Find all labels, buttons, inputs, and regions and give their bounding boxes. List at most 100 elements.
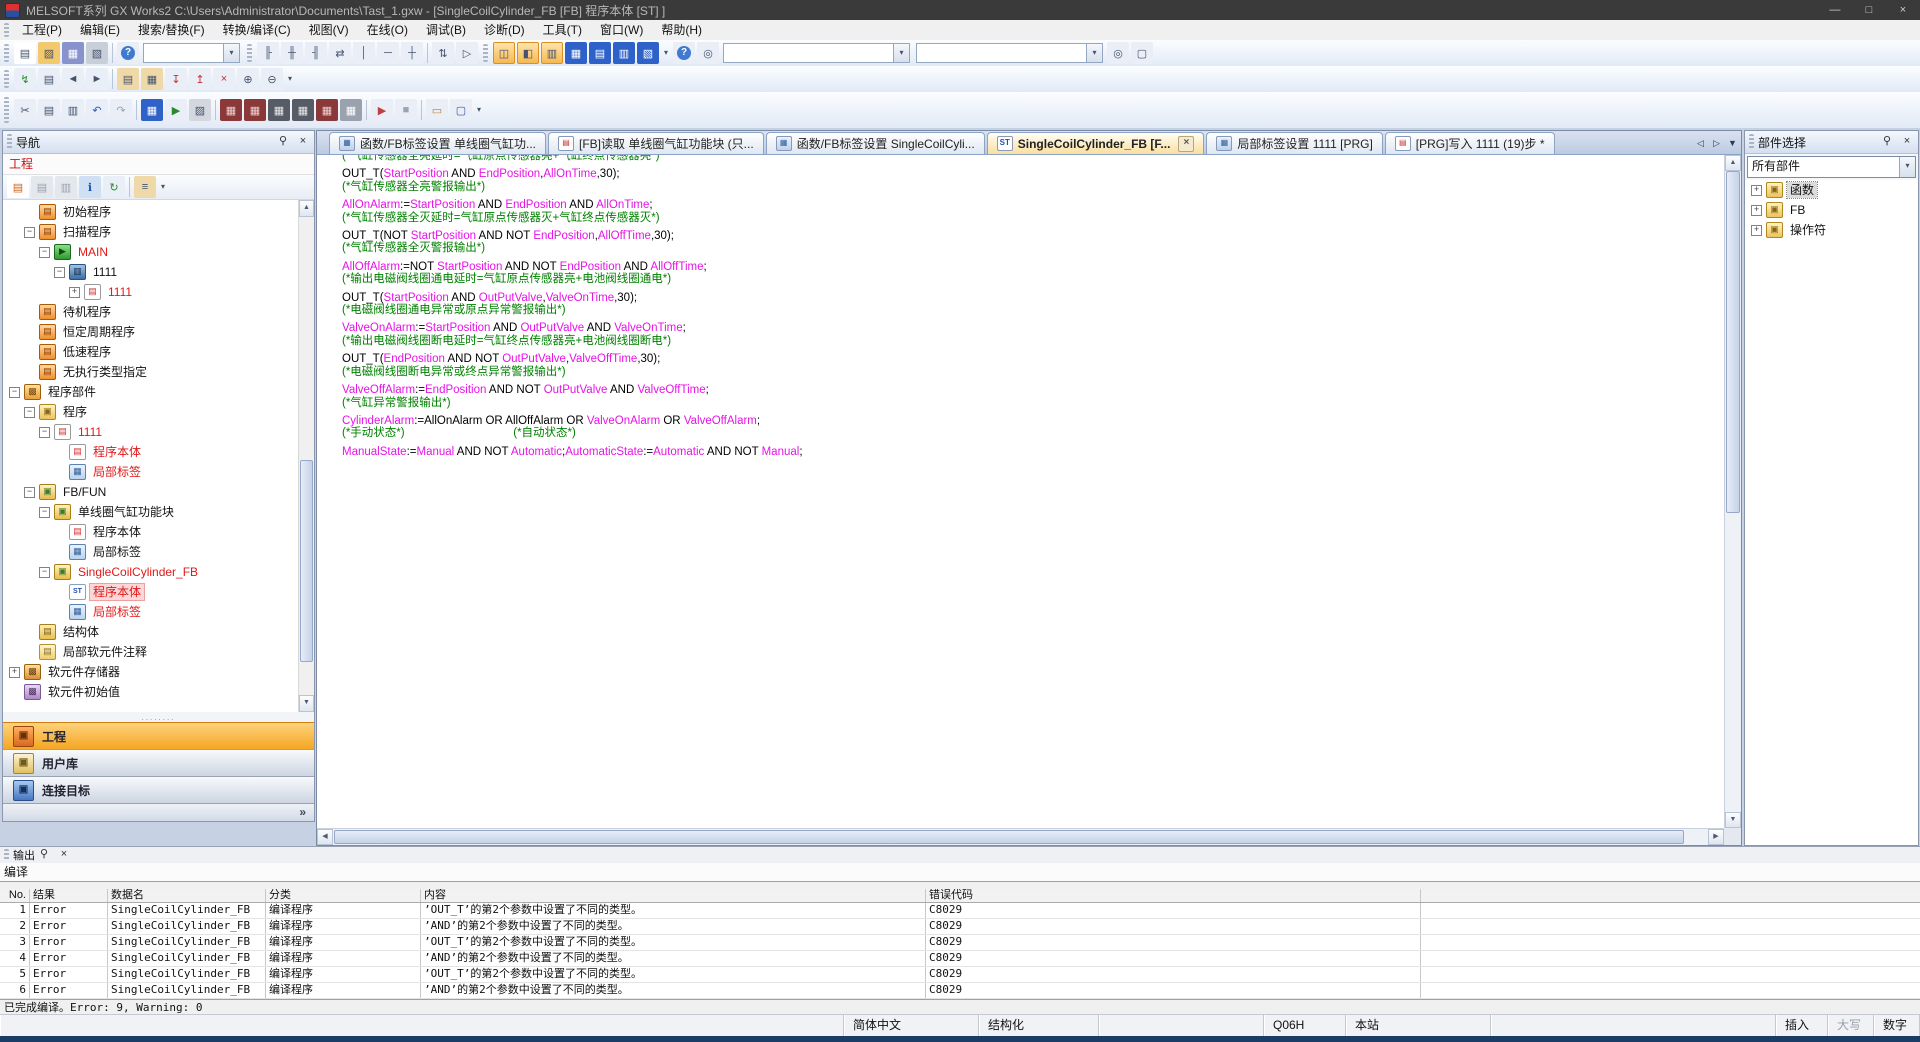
watch-window-icon[interactable]: ▢ bbox=[1131, 42, 1153, 64]
zoom-out-icon[interactable]: ⊖ bbox=[261, 68, 283, 90]
device-comment-icon[interactable]: ▤ bbox=[589, 42, 611, 64]
menu-item[interactable]: 调试(B) bbox=[417, 20, 475, 40]
cut-icon[interactable]: ✂ bbox=[14, 99, 36, 121]
work-window-icon[interactable]: ▥ bbox=[541, 42, 563, 64]
view-button-user-library[interactable]: ▣用户库 bbox=[3, 749, 314, 776]
write-to-plc-icon[interactable]: ▦ bbox=[244, 99, 266, 121]
parts-pin-icon[interactable]: ⚲ bbox=[1878, 133, 1896, 151]
device-note-icon[interactable]: ▧ bbox=[637, 42, 659, 64]
document-tab[interactable]: ▤[FB]读取 单线圈气缸功能块 (只... bbox=[548, 132, 764, 154]
ladder-symbol-combo[interactable]: ▾ bbox=[143, 43, 240, 63]
tree-item[interactable]: −▶MAIN bbox=[3, 242, 299, 262]
tree-item[interactable]: ▤局部软元件注释 bbox=[3, 642, 299, 662]
tree-item[interactable]: ▤程序本体 bbox=[3, 442, 299, 462]
tree-item[interactable]: −▩程序部件 bbox=[3, 382, 299, 402]
tree-item[interactable]: −▤1111 bbox=[3, 422, 299, 442]
error-row[interactable]: 3ErrorSingleCoilCylinder_FB编译程序’OUT_T’的第… bbox=[0, 935, 1920, 951]
ladder-open-contact-icon[interactable]: ╟ bbox=[257, 42, 279, 64]
tree-expander[interactable]: − bbox=[24, 227, 35, 238]
ladder-edit-mode-icon[interactable]: ⇅ bbox=[432, 42, 454, 64]
scroll-right-icon[interactable]: ▶ bbox=[1708, 829, 1724, 845]
find-target-combo[interactable]: ▾ bbox=[723, 43, 910, 63]
tree-item[interactable]: ▤结构体 bbox=[3, 622, 299, 642]
document-tab[interactable]: ▦局部标签设置 1111 [PRG] bbox=[1206, 132, 1382, 154]
data-property-icon[interactable]: ℹ bbox=[79, 176, 101, 198]
editor-horizontal-scrollbar[interactable]: ◀ ▶ bbox=[317, 828, 1724, 845]
tab-close-icon[interactable]: × bbox=[1178, 136, 1194, 152]
error-row[interactable]: 5ErrorSingleCoilCylinder_FB编译程序’OUT_T’的第… bbox=[0, 967, 1920, 983]
nav-resize-handle[interactable]: ........ bbox=[3, 712, 314, 722]
start-monitor-icon[interactable]: ▶ bbox=[371, 99, 393, 121]
device-batch-monitor-icon[interactable]: ▦ bbox=[316, 99, 338, 121]
tree-item[interactable]: ST程序本体 bbox=[3, 582, 299, 602]
parts-grip[interactable] bbox=[1749, 134, 1754, 149]
remote-operation-icon[interactable]: ▢ bbox=[450, 99, 472, 121]
tree-expander[interactable]: + bbox=[1751, 225, 1762, 236]
tree-item[interactable]: ▦局部标签 bbox=[3, 462, 299, 482]
menu-grip[interactable] bbox=[4, 23, 9, 37]
clipboard-icon[interactable]: ▤ bbox=[117, 68, 139, 90]
menu-item[interactable]: 诊断(D) bbox=[475, 20, 534, 40]
menu-item[interactable]: 帮助(H) bbox=[652, 20, 711, 40]
document-tab[interactable]: STSingleCoilCylinder_FB [F...× bbox=[987, 132, 1205, 154]
device-statement-icon[interactable]: ▥ bbox=[613, 42, 635, 64]
tab-scroll-right-icon[interactable]: ▷ bbox=[1709, 135, 1724, 151]
toolbar-overflow-icon[interactable]: ▾ bbox=[473, 100, 485, 120]
nav-pin-icon[interactable]: ⚲ bbox=[274, 133, 292, 151]
toolbar-grip[interactable] bbox=[483, 44, 488, 62]
scroll-thumb[interactable] bbox=[334, 830, 1684, 844]
ladder-close-contact-icon[interactable]: ╫ bbox=[281, 42, 303, 64]
output-grip[interactable] bbox=[4, 849, 9, 860]
paste-icon[interactable]: ▥ bbox=[62, 99, 84, 121]
tree-item[interactable]: ▤初始程序 bbox=[3, 202, 299, 222]
jump-down-icon[interactable]: ↧ bbox=[165, 68, 187, 90]
new-data-icon[interactable]: ▤ bbox=[7, 176, 29, 198]
nav-close-icon[interactable]: × bbox=[294, 133, 312, 151]
menu-item[interactable]: 转换/编译(C) bbox=[214, 20, 300, 40]
read-from-plc-icon[interactable]: ▦ bbox=[220, 99, 242, 121]
ladder-vertical-line-icon[interactable]: │ bbox=[353, 42, 375, 64]
plc-diagnostics-icon[interactable]: ▦ bbox=[292, 99, 314, 121]
stop-monitor-icon[interactable]: ■ bbox=[395, 99, 417, 121]
toolbar-overflow-icon[interactable]: ▾ bbox=[660, 43, 672, 63]
view-button-connection-destination[interactable]: ▣连接目标 bbox=[3, 776, 314, 803]
scroll-left-icon[interactable]: ◀ bbox=[317, 829, 333, 845]
output-pin-icon[interactable]: ⚲ bbox=[35, 846, 53, 864]
tree-item[interactable]: +▣操作符 bbox=[1745, 220, 1918, 240]
close-button[interactable]: × bbox=[1886, 0, 1920, 20]
paste-data-icon[interactable]: ▥ bbox=[55, 176, 77, 198]
menu-item[interactable]: 编辑(E) bbox=[71, 20, 129, 40]
error-row[interactable]: 1ErrorSingleCoilCylinder_FB编译程序’OUT_T’的第… bbox=[0, 903, 1920, 919]
tree-item[interactable]: ▤程序本体 bbox=[3, 522, 299, 542]
find-go-icon[interactable]: ◎ bbox=[1107, 42, 1129, 64]
nav-grip[interactable] bbox=[7, 134, 12, 149]
scroll-up-icon[interactable]: ▲ bbox=[299, 200, 314, 217]
error-row[interactable]: 6ErrorSingleCoilCylinder_FB编译程序’AND’的第2个… bbox=[0, 983, 1920, 999]
tree-item[interactable]: −▣FB/FUN bbox=[3, 482, 299, 502]
tree-expander[interactable]: − bbox=[39, 247, 50, 258]
help2-icon[interactable]: ? bbox=[673, 42, 695, 64]
tree-expander[interactable]: − bbox=[39, 567, 50, 578]
clipboard-grid-icon[interactable]: ▦ bbox=[141, 68, 163, 90]
tree-item[interactable]: +▤1111 bbox=[3, 282, 299, 302]
minimize-button[interactable]: — bbox=[1818, 0, 1852, 20]
column-header[interactable]: 数据名 bbox=[108, 889, 266, 902]
tree-item[interactable]: ▤待机程序 bbox=[3, 302, 299, 322]
column-header[interactable]: 结果 bbox=[30, 889, 108, 902]
tree-expander[interactable]: + bbox=[1751, 185, 1762, 196]
monitor-stop-icon[interactable]: ▨ bbox=[189, 99, 211, 121]
jump-up-icon[interactable]: ↥ bbox=[189, 68, 211, 90]
menu-item[interactable]: 工具(T) bbox=[534, 20, 591, 40]
help-icon[interactable]: ? bbox=[117, 42, 139, 64]
ladder-read-mode-icon[interactable]: ▷ bbox=[456, 42, 478, 64]
menu-item[interactable]: 工程(P) bbox=[13, 20, 71, 40]
toolbar-overflow-icon[interactable]: ▾ bbox=[157, 177, 169, 197]
monitor-mode-icon[interactable]: ▶ bbox=[165, 99, 187, 121]
print-icon[interactable]: ▧ bbox=[86, 42, 108, 64]
menu-item[interactable]: 在线(O) bbox=[358, 20, 417, 40]
tree-item[interactable]: ▤低速程序 bbox=[3, 342, 299, 362]
device-test-icon[interactable]: ▦ bbox=[141, 99, 163, 121]
new-project-icon[interactable]: ▤ bbox=[14, 42, 36, 64]
ladder-application-instruction-icon[interactable]: ⇄ bbox=[329, 42, 351, 64]
nav-tree-scrollbar[interactable]: ▲ ▼ bbox=[298, 200, 314, 712]
